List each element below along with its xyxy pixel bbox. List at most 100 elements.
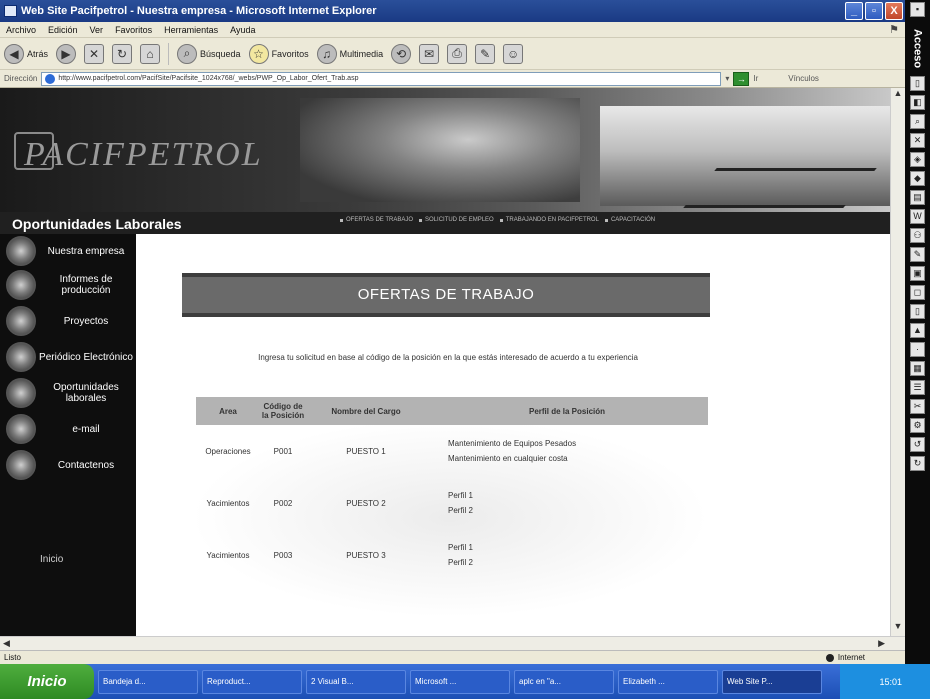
task-visual-basic[interactable]: 2 Visual B...: [306, 669, 406, 694]
scroll-down-icon[interactable]: ▼: [891, 621, 905, 636]
shortcut-icon-2[interactable]: ◧: [910, 95, 925, 111]
shortcut-icon-13[interactable]: ▯: [910, 304, 925, 320]
scroll-left-icon[interactable]: ◀: [3, 638, 10, 649]
bullet-icon: [499, 219, 503, 222]
go-button[interactable]: →: [733, 71, 750, 86]
task-bandeja[interactable]: Bandeja d...: [98, 669, 198, 694]
shortcut-icon-15[interactable]: ·: [910, 342, 925, 358]
mail-button[interactable]: ✉: [419, 43, 440, 64]
maximize-button[interactable]: ▫: [865, 2, 883, 20]
links-label[interactable]: Vínculos: [788, 74, 819, 83]
task-web-site[interactable]: Web Site P...: [722, 669, 822, 694]
menu-ayuda[interactable]: Ayuda: [230, 25, 255, 35]
address-dropdown-icon[interactable]: ▾: [725, 74, 729, 83]
inicio-link[interactable]: Inicio: [40, 554, 63, 565]
close-button[interactable]: X: [885, 2, 903, 20]
history-button[interactable]: ⟲: [391, 43, 412, 64]
ie-icon: [4, 5, 17, 17]
nav-oportunidades[interactable]: Oportunidades laborales: [6, 378, 136, 408]
back-label: Atrás: [27, 48, 49, 59]
menu-archivo[interactable]: Archivo: [6, 25, 36, 35]
home-button[interactable]: ⌂: [140, 43, 161, 64]
subnav-ofertas[interactable]: OFERTAS DE TRABAJO: [340, 217, 413, 224]
print-button[interactable]: ⎙: [447, 43, 468, 64]
taskbar: Inicio Bandeja d... Reproduct... 2 Visua…: [0, 664, 930, 699]
messenger-button[interactable]: ☺: [503, 43, 524, 64]
horizontal-scrollbar[interactable]: ◀ ▶: [0, 636, 905, 650]
menubar: Archivo Edición Ver Favoritos Herramient…: [0, 22, 905, 38]
cell-profile: Perfil 1 Perfil 2: [426, 529, 708, 581]
shortcut-icon-12[interactable]: ◻: [910, 285, 925, 301]
cell-code[interactable]: P002: [260, 477, 306, 529]
address-input[interactable]: http://www.pacifpetrol.com/PacifSite/Pac…: [41, 71, 722, 86]
nav-proyectos[interactable]: Proyectos: [6, 306, 136, 336]
job-offers-table: Area Código de la Posición Nombre del Ca…: [196, 397, 708, 581]
scroll-right-icon[interactable]: ▶: [878, 638, 885, 649]
multimedia-icon: ♫: [316, 43, 337, 64]
subnav-capacitacion[interactable]: CAPACITACIÓN: [604, 217, 655, 224]
clock[interactable]: 15:01: [879, 677, 902, 687]
shortcut-icon-8[interactable]: W: [910, 209, 925, 225]
shortcut-icon-16[interactable]: ▦: [910, 361, 925, 377]
menu-edicion[interactable]: Edición: [48, 25, 78, 35]
shortcut-icon-6[interactable]: ◆: [910, 171, 925, 187]
shortcut-icon-19[interactable]: ⚙: [910, 418, 925, 434]
refresh-button[interactable]: ↻: [112, 43, 133, 64]
task-aplic[interactable]: aplc en "a...: [514, 669, 614, 694]
task-microsoft[interactable]: Microsoft ...: [410, 669, 510, 694]
nav-periodico[interactable]: Periódico Electrónico: [6, 342, 136, 372]
menu-ver[interactable]: Ver: [90, 25, 104, 35]
cell-code[interactable]: P003: [260, 529, 306, 581]
shortcut-icon-11[interactable]: ▣: [910, 266, 925, 282]
shortcut-icon-17[interactable]: ☰: [910, 380, 925, 396]
page-viewport: PACIFPETROL Oportunidades Laborales OFER…: [0, 88, 890, 636]
subnav-trabajando[interactable]: TRABAJANDO EN PACIFPETROL: [499, 217, 599, 224]
shortcut-icon-18[interactable]: ✂: [910, 399, 925, 415]
search-icon: ⌕: [177, 43, 198, 64]
task-reproductor[interactable]: Reproduct...: [202, 669, 302, 694]
shortcut-icon-9[interactable]: ⚇: [910, 228, 925, 244]
stop-button[interactable]: ✕: [84, 43, 105, 64]
nav-label: Nuestra empresa: [47, 245, 125, 257]
menu-herramientas[interactable]: Herramientas: [164, 25, 218, 35]
multimedia-button[interactable]: ♫ Multimedia: [316, 43, 383, 64]
site-logo[interactable]: PACIFPETROL: [24, 136, 263, 174]
forward-button[interactable]: ▶: [56, 43, 77, 64]
cell-profile: Perfil 1 Perfil 2: [426, 477, 708, 529]
start-button[interactable]: Inicio: [0, 664, 94, 699]
nav-contactenos[interactable]: Contactenos: [6, 450, 136, 480]
shortcut-icon-7[interactable]: ▤: [910, 190, 925, 206]
acceso-top-icon[interactable]: ▪: [910, 2, 925, 17]
page-icon: [45, 73, 56, 84]
nav-email[interactable]: e-mail: [6, 414, 136, 444]
shortcut-icon-21[interactable]: ↻: [910, 456, 925, 472]
nav-label: Informes de producción: [59, 274, 113, 296]
control-room-photo: [300, 98, 580, 202]
task-elizabeth[interactable]: Elizabeth ...: [618, 669, 718, 694]
nav-informes[interactable]: Informes de producción: [6, 270, 136, 300]
nav-nuestra-empresa[interactable]: Nuestra empresa: [6, 236, 136, 266]
subnav-solicitud[interactable]: SOLICITUD DE EMPLEO: [419, 217, 494, 224]
forward-arrow-icon: ▶: [56, 43, 77, 64]
shortcut-icon-14[interactable]: ▲: [910, 323, 925, 339]
go-label[interactable]: Ir: [753, 74, 758, 83]
edit-button[interactable]: ✎: [475, 43, 496, 64]
pipeline-graphic: [683, 168, 877, 208]
vertical-scrollbar[interactable]: ▲ ▼: [890, 88, 905, 636]
cell-code[interactable]: P001: [260, 425, 306, 477]
search-button[interactable]: ⌕ Búsqueda: [177, 43, 241, 64]
shortcut-icon-10[interactable]: ✎: [910, 247, 925, 263]
shortcut-icon-4[interactable]: ✕: [910, 133, 925, 149]
page-heading: OFERTAS DE TRABAJO: [357, 286, 535, 303]
scroll-up-icon[interactable]: ▲: [891, 88, 905, 103]
shortcut-icon-3[interactable]: ⌕: [910, 114, 925, 130]
table-row: Operaciones P001 PUESTO 1 Mantenimiento …: [196, 425, 708, 477]
menu-favoritos[interactable]: Favoritos: [115, 25, 152, 35]
minimize-button[interactable]: _: [845, 2, 863, 20]
shortcut-icon-1[interactable]: ▯: [910, 76, 925, 92]
shortcut-icon-20[interactable]: ↺: [910, 437, 925, 453]
nav-label: Oportunidades laborales: [53, 382, 119, 404]
back-button[interactable]: ◀ Atrás: [4, 43, 49, 64]
favorites-button[interactable]: ☆ Favoritos: [248, 43, 309, 64]
shortcut-icon-5[interactable]: ◈: [910, 152, 925, 168]
